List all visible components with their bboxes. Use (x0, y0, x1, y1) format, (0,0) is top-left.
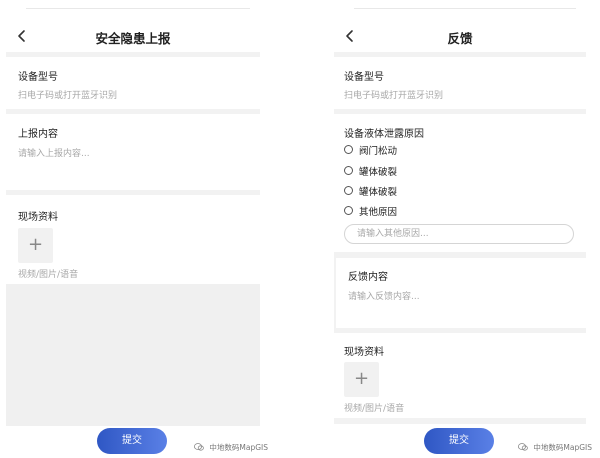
device-label: 设备型号 (18, 72, 58, 83)
option-label: 罐体破裂 (359, 187, 398, 198)
radio-circle-icon (344, 186, 353, 195)
report-content-input[interactable]: 请输入上报内容... (18, 146, 90, 159)
watermark: 中地数码MapGIS (194, 442, 268, 453)
add-media-button[interactable]: + (18, 228, 53, 263)
feedback-label: 反馈内容 (348, 272, 388, 283)
device-label: 设备型号 (344, 72, 384, 83)
plus-icon: + (353, 368, 370, 389)
feedback-screen: 反馈 设备型号 扫电子码或打开蓝牙识别 设备液体泄露原因 阀门松动 罐体破裂 罐… (334, 0, 592, 458)
watermark: 中地数码MapGIS (518, 442, 592, 453)
media-hint: 视频/图片/语音 (18, 270, 79, 280)
media-hint: 视频/图片/语音 (344, 404, 405, 414)
other-cause-input[interactable] (344, 224, 574, 244)
report-label: 上报内容 (18, 129, 58, 140)
add-media-button[interactable]: + (344, 362, 379, 397)
option-label: 其他原因 (359, 207, 398, 218)
top-divider (354, 8, 576, 9)
nav-header: 反馈 (334, 24, 586, 50)
media-label: 现场资料 (344, 347, 384, 358)
nav-header: 安全隐患上报 (6, 24, 260, 50)
page-title: 安全隐患上报 (95, 31, 171, 46)
cause-label: 设备液体泄露原因 (344, 129, 424, 140)
section-divider (334, 328, 586, 333)
media-label: 现场资料 (18, 212, 58, 223)
radio-circle-icon (344, 206, 353, 215)
radio-circle-icon (344, 166, 353, 175)
page-title: 反馈 (447, 31, 473, 46)
watermark-text: 中地数码MapGIS (209, 443, 269, 452)
section-divider (334, 109, 586, 114)
device-scan-hint[interactable]: 扫电子码或打开蓝牙识别 (344, 88, 443, 101)
wechat-icon (194, 443, 204, 451)
top-divider (26, 8, 250, 9)
feedback-section: 反馈内容 请输入反馈内容... (334, 258, 586, 328)
report-screen: 安全隐患上报 设备型号 扫电子码或打开蓝牙识别 上报内容 请输入上报内容... … (6, 0, 268, 458)
section-divider (6, 52, 260, 57)
feedback-content-input[interactable]: 请输入反馈内容... (348, 289, 420, 302)
section-divider (6, 109, 260, 114)
submit-button[interactable]: 提交 (424, 428, 494, 454)
media-preview-area (6, 284, 260, 426)
wechat-icon (518, 443, 528, 451)
plus-icon: + (27, 234, 44, 255)
device-scan-hint[interactable]: 扫电子码或打开蓝牙识别 (18, 88, 117, 101)
submit-button[interactable]: 提交 (97, 428, 167, 454)
option-label: 罐体破裂 (359, 167, 398, 178)
option-label: 阀门松动 (359, 146, 398, 157)
radio-circle-icon (344, 145, 353, 154)
watermark-text: 中地数码MapGIS (533, 443, 593, 452)
section-divider (334, 52, 586, 57)
section-divider (334, 418, 586, 424)
section-divider (6, 190, 260, 195)
